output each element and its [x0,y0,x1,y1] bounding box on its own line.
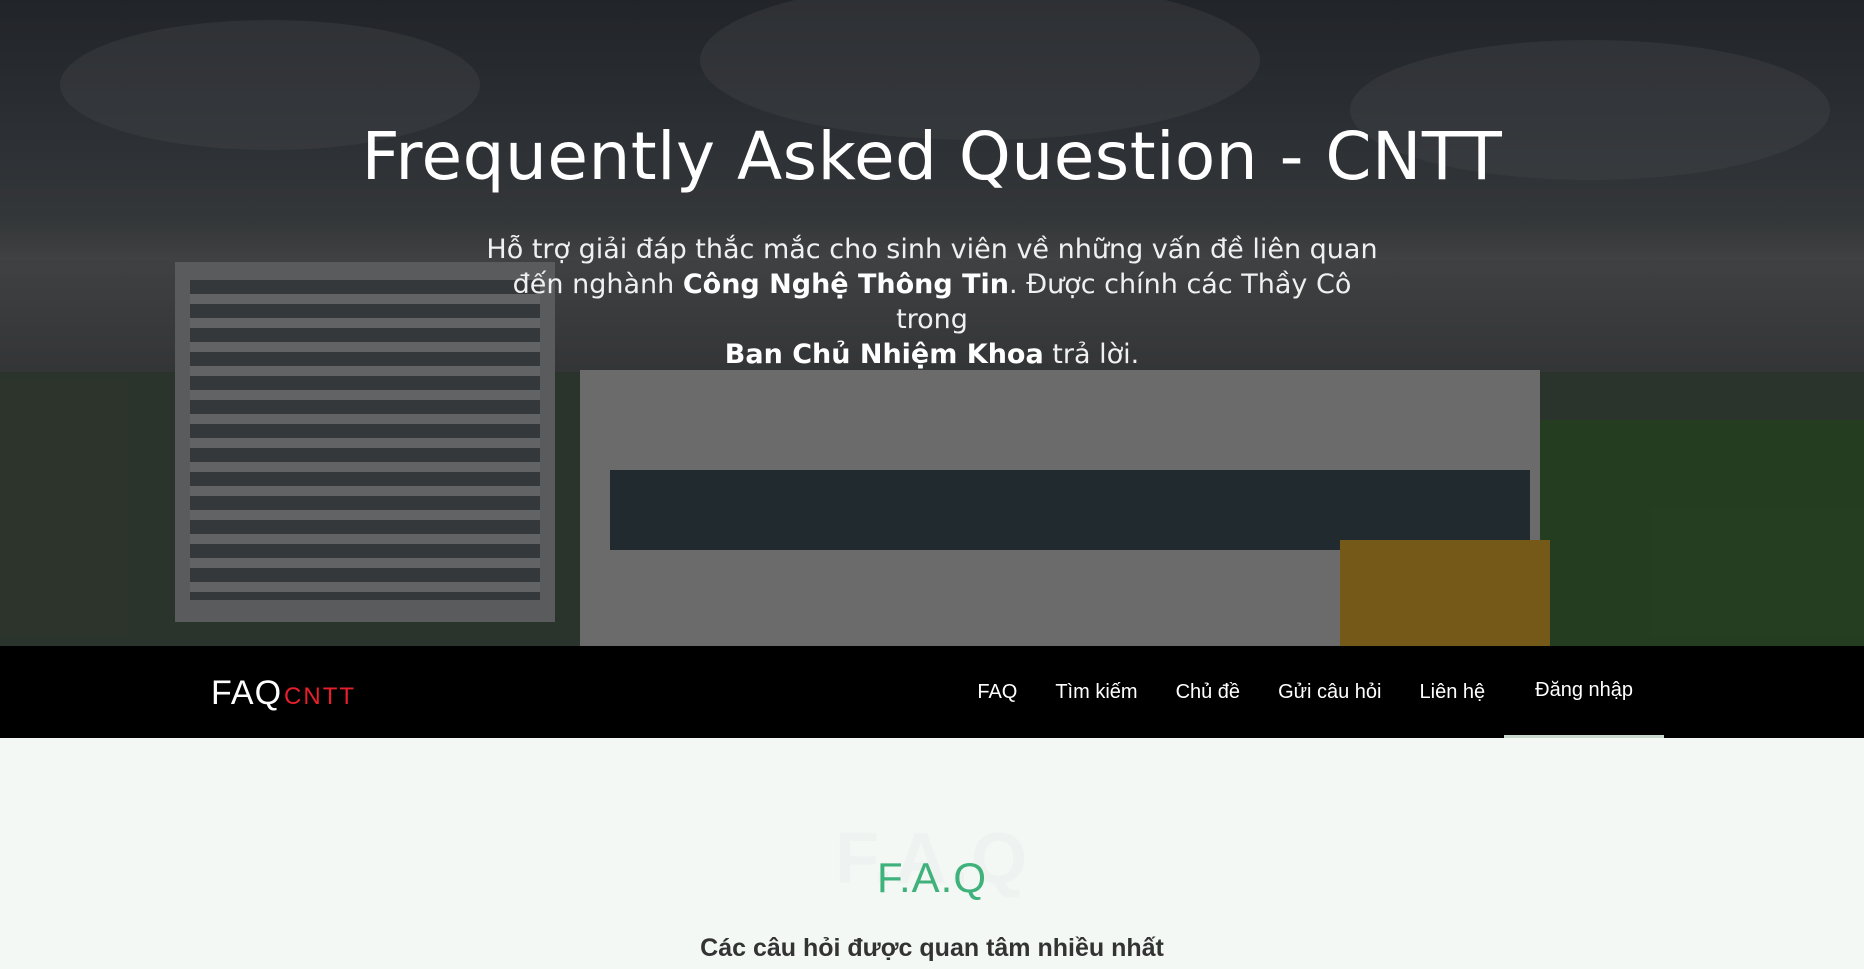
brand-accent: CNTT [284,683,357,710]
hero-banner: Frequently Asked Question - CNTT Hỗ trợ … [0,0,1864,646]
brand-main: FAQ [211,674,283,712]
nav-item-faq[interactable]: FAQ [958,646,1036,738]
faq-heading: F.A.Q [876,854,988,901]
nav-item-login[interactable]: Đăng nhập [1504,646,1664,738]
faq-section: F.A.Q F.A.Q Các câu hỏi được quan tâm nh… [0,738,1864,969]
nav-menu: FAQ Tìm kiếm Chủ đề Gửi câu hỏi Liên hệ … [958,646,1664,738]
hero-subtitle: Hỗ trợ giải đáp thắc mắc cho sinh viên v… [482,232,1382,372]
nav-item-contact[interactable]: Liên hệ [1401,646,1505,738]
nav-item-search[interactable]: Tìm kiếm [1036,646,1156,738]
nav-item-topics[interactable]: Chủ đề [1157,646,1260,738]
hero-sub-line2-bold: Công Nghệ Thông Tin [682,269,1010,300]
faq-description: Các câu hỏi được quan tâm nhiều nhất [700,934,1164,962]
hero-sub-line3-bold: Ban Chủ Nhiệm Khoa [724,339,1044,370]
top-navbar: FAQCNTT FAQ Tìm kiếm Chủ đề Gửi câu hỏi … [0,646,1864,738]
nav-item-ask[interactable]: Gửi câu hỏi [1259,646,1400,738]
hero-title: Frequently Asked Question - CNTT [361,118,1503,195]
hero-sub-line2-pre: đến nghành [512,269,683,300]
brand-logo[interactable]: FAQCNTT [211,674,356,713]
hero-sub-line1: Hỗ trợ giải đáp thắc mắc cho sinh viên v… [486,234,1378,265]
hero-sub-line3-post: trả lời. [1043,339,1140,370]
